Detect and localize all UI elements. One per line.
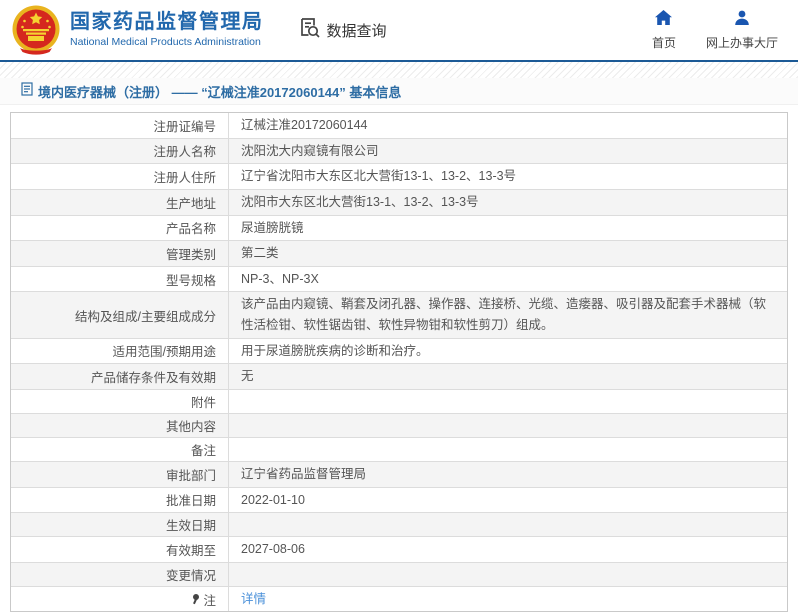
table-row: 生产地址 沈阳市大东区北大营街13-1、13-2、13-3号	[11, 189, 787, 216]
row-label: 注册人名称	[11, 138, 229, 164]
row-value: 辽械注准20172060144	[241, 118, 368, 132]
row-value: 详情	[229, 587, 787, 612]
data-query-label: 数据查询	[326, 22, 387, 40]
row-value	[229, 513, 787, 536]
detail-link[interactable]: 详情	[241, 589, 266, 610]
row-value: 2022-01-10	[241, 492, 305, 507]
table-row: 注详情	[11, 586, 787, 612]
row-label: 注册证编号	[11, 113, 229, 138]
row-value: 第二类	[241, 246, 279, 261]
nav-home[interactable]: 首页	[651, 9, 676, 51]
row-label: 附件	[11, 389, 229, 413]
row-label: 型号规格	[11, 266, 229, 292]
row-label: 适用范围/预期用途	[11, 338, 229, 364]
nav-service-hall[interactable]: 网上办事大厅	[706, 10, 778, 51]
table-row: 备注	[11, 437, 787, 462]
nmpa-emblem-logo	[10, 4, 62, 56]
nav-home-label: 首页	[651, 35, 676, 50]
org-name-en: National Medical Products Administration	[70, 36, 261, 49]
row-label: 有效期至	[11, 537, 229, 562]
row-value: 辽宁省药品监督管理局	[241, 466, 367, 481]
row-value: 沈阳市大东区北大营街13-1、13-2、13-3号	[241, 194, 479, 209]
row-label: 产品名称	[11, 215, 229, 241]
org-title-block: 国家药品监督管理局 National Medical Products Admi…	[70, 11, 264, 48]
row-value: NP-3、NP-3X	[241, 271, 319, 286]
registration-table: 注册证编号 辽械注准20172060144 注册人名称 沈阳沈大内窥镜有限公司 注册人住…	[10, 112, 788, 612]
row-value	[229, 414, 787, 437]
row-label: 其他内容	[11, 413, 229, 437]
row-label: 生产地址	[11, 189, 229, 215]
nav-hall-label: 网上办事大厅	[705, 35, 778, 50]
row-value: 用于尿道膀胱疾病的诊断和治疗。	[241, 343, 429, 358]
top-nav: 首页 网上办事大厅	[651, 9, 784, 51]
row-label: 变更情况	[11, 562, 229, 586]
breadcrumb: 境内医疗器械（注册） —— “辽械注准20172060144” 基本信息	[0, 78, 798, 105]
row-label: 注	[11, 586, 229, 612]
row-value	[229, 438, 787, 461]
row-label: 审批部门	[11, 461, 229, 487]
document-search-icon	[298, 16, 321, 44]
data-query-nav[interactable]: 数据查询	[298, 16, 387, 44]
row-value	[229, 390, 787, 413]
table-row: 管理类别 第二类	[11, 241, 787, 267]
row-label: 结构及组成/主要组成成分	[11, 292, 229, 338]
row-label: 生效日期	[11, 513, 229, 537]
table-row: 批准日期 2022-01-10	[11, 487, 787, 514]
table-row: 变更情况	[11, 562, 787, 587]
org-name-cn: 国家药品监督管理局	[70, 11, 264, 34]
table-row: 适用范围/预期用途 用于尿道膀胱疾病的诊断和治疗。	[11, 338, 787, 365]
stripe-band	[0, 62, 798, 78]
row-label: 产品储存条件及有效期	[11, 364, 229, 389]
row-value	[229, 563, 787, 586]
site-header: 国家药品监督管理局 National Medical Products Admi…	[0, 0, 798, 62]
table-row: 审批部门 辽宁省药品监督管理局	[11, 461, 787, 488]
table-row: 注册证编号 辽械注准20172060144	[11, 113, 787, 139]
row-value: 辽宁省沈阳市大东区北大营街13-1、13-2、13-3号	[241, 169, 517, 184]
person-icon	[734, 10, 750, 30]
page-title: 境内医疗器械（注册） —— “辽械注准20172060144” 基本信息	[38, 84, 402, 100]
row-value: 无	[241, 369, 254, 384]
row-label: 批准日期	[11, 487, 229, 513]
row-value: 2027-08-06	[241, 542, 305, 557]
table-row: 注册人住所 辽宁省沈阳市大东区北大营街13-1、13-2、13-3号	[11, 164, 787, 190]
row-label: 管理类别	[11, 241, 229, 266]
home-icon	[655, 9, 673, 30]
row-value: 尿道膀胱镜	[241, 220, 304, 235]
note-pin-icon	[191, 593, 200, 605]
table-row: 型号规格 NP-3、NP-3X	[11, 266, 787, 293]
document-icon	[21, 81, 33, 101]
table-row: 产品储存条件及有效期无	[11, 364, 787, 390]
table-row: 附件	[11, 389, 787, 414]
row-value: 沈阳沈大内窥镜有限公司	[241, 143, 379, 158]
table-row: 有效期至 2027-08-06	[11, 537, 787, 563]
table-row: 其他内容	[11, 413, 787, 438]
row-label: 注册人住所	[11, 164, 229, 189]
row-label: 备注	[11, 437, 229, 461]
table-row: 注册人名称 沈阳沈大内窥镜有限公司	[11, 138, 787, 165]
table-row: 结构及组成/主要组成成分 该产品由内窥镜、鞘套及闭孔器、操作器、连接桥、光缆、造瘘…	[11, 292, 787, 339]
row-value: 该产品由内窥镜、鞘套及闭孔器、操作器、连接桥、光缆、造瘘器、吸引器及配套手术器械…	[241, 297, 767, 332]
table-row: 产品名称 尿道膀胱镜	[11, 215, 787, 242]
table-row: 生效日期	[11, 513, 787, 538]
